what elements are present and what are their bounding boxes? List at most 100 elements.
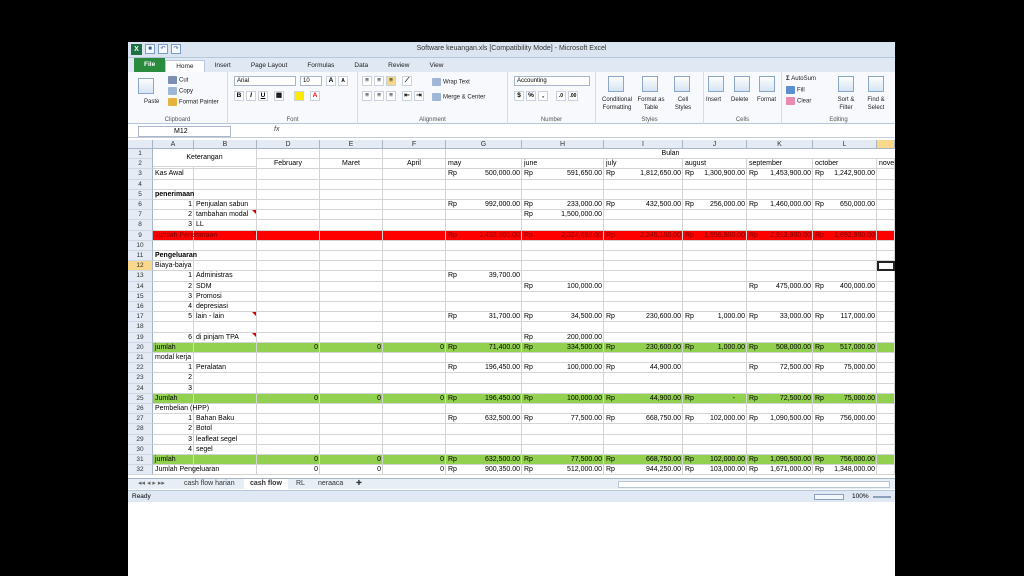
- cell-d18[interactable]: [257, 322, 320, 333]
- cell-d27[interactable]: [257, 414, 320, 425]
- row-header-17[interactable]: 17: [128, 312, 153, 323]
- cell-m3[interactable]: [877, 169, 895, 180]
- outdent-icon[interactable]: ⇥: [414, 91, 424, 101]
- cell-j11[interactable]: [683, 251, 747, 262]
- cell-d13[interactable]: [257, 271, 320, 282]
- cell-m24[interactable]: [877, 383, 895, 394]
- cell-i11[interactable]: [604, 251, 683, 262]
- cell-m9[interactable]: [877, 230, 895, 241]
- cell-h12[interactable]: [522, 261, 604, 272]
- column-header-m[interactable]: [877, 140, 895, 149]
- cell-e27[interactable]: [320, 414, 383, 425]
- cell-d26[interactable]: [257, 404, 320, 415]
- cell-g26[interactable]: [446, 404, 522, 415]
- tab-formulas[interactable]: Formulas: [297, 60, 344, 72]
- cell-g12[interactable]: [446, 261, 522, 272]
- row-header-2[interactable]: 2: [128, 159, 153, 170]
- cell-f17[interactable]: [383, 312, 446, 323]
- cell-f28[interactable]: [383, 424, 446, 435]
- copy-button[interactable]: Copy: [168, 87, 193, 96]
- tab-data[interactable]: Data: [344, 60, 378, 72]
- cell-d5[interactable]: [257, 189, 320, 200]
- cell-g21[interactable]: [446, 353, 522, 364]
- cell-k5[interactable]: [747, 189, 813, 200]
- tab-page-layout[interactable]: Page Layout: [241, 60, 298, 72]
- cell-k16[interactable]: [747, 302, 813, 313]
- cell-h11[interactable]: [522, 251, 604, 262]
- cell-h21[interactable]: [522, 353, 604, 364]
- cell-b18[interactable]: [194, 322, 257, 333]
- cell-i28[interactable]: [604, 424, 683, 435]
- row-header-3[interactable]: 3: [128, 169, 153, 180]
- cell-b24[interactable]: [194, 383, 257, 394]
- cell-m17[interactable]: [877, 312, 895, 323]
- cell-i14[interactable]: [604, 281, 683, 292]
- cell-j18[interactable]: [683, 322, 747, 333]
- cell-f27[interactable]: [383, 414, 446, 425]
- cell-b23[interactable]: [194, 373, 257, 384]
- cell-d30[interactable]: [257, 444, 320, 455]
- cell-l7[interactable]: [813, 210, 877, 221]
- cell-j15[interactable]: [683, 291, 747, 302]
- cell-g18[interactable]: [446, 322, 522, 333]
- sheet-tab-cash-flow-harian[interactable]: cash flow harian: [178, 479, 241, 489]
- row-header-9[interactable]: 9: [128, 230, 153, 241]
- font-size-select[interactable]: 10: [300, 76, 322, 86]
- cell-d21[interactable]: [257, 353, 320, 364]
- cell-h28[interactable]: [522, 424, 604, 435]
- cell-j10[interactable]: [683, 240, 747, 251]
- cell-l18[interactable]: [813, 322, 877, 333]
- cell-d3[interactable]: [257, 169, 320, 180]
- cell-d4[interactable]: [257, 179, 320, 190]
- cell-f14[interactable]: [383, 281, 446, 292]
- cell-l4[interactable]: [813, 179, 877, 190]
- cell-k15[interactable]: [747, 291, 813, 302]
- column-header-f[interactable]: F: [383, 140, 446, 149]
- spreadsheet-grid[interactable]: A B D E F G H I J K L 1 2 3 Kas Awal Rp 500,000.00 Rp 591,…: [128, 140, 895, 478]
- cell-m6[interactable]: [877, 200, 895, 211]
- row-header-11[interactable]: 11: [128, 251, 153, 262]
- cell-m16[interactable]: [877, 302, 895, 313]
- tab-insert[interactable]: Insert: [205, 60, 241, 72]
- cell-a4[interactable]: [153, 179, 194, 190]
- row-header-7[interactable]: 7: [128, 210, 153, 221]
- cell-e7[interactable]: [320, 210, 383, 221]
- cell-l26[interactable]: [813, 404, 877, 415]
- column-header-a[interactable]: A: [153, 140, 194, 149]
- cell-d28[interactable]: [257, 424, 320, 435]
- view-buttons[interactable]: [814, 494, 844, 500]
- shrink-font-button[interactable]: A: [338, 76, 348, 86]
- cell-e3[interactable]: [320, 169, 383, 180]
- cell-m27[interactable]: [877, 414, 895, 425]
- align-left-icon[interactable]: ≡: [362, 91, 372, 101]
- cell-k4[interactable]: [747, 179, 813, 190]
- sheet-nav-arrows-icon[interactable]: ◂◂ ◂ ▸ ▸▸: [132, 479, 171, 489]
- row-header-23[interactable]: 23: [128, 373, 153, 384]
- align-middle-icon[interactable]: ≡: [374, 76, 384, 86]
- row-header-15[interactable]: 15: [128, 291, 153, 302]
- cell-h16[interactable]: [522, 302, 604, 313]
- cell-m4[interactable]: [877, 179, 895, 190]
- paste-icon[interactable]: [138, 78, 154, 94]
- borders-icon[interactable]: ▦: [274, 91, 284, 101]
- cell-m19[interactable]: [877, 332, 895, 343]
- cell-f23[interactable]: [383, 373, 446, 384]
- decrease-decimal-icon[interactable]: .00: [568, 91, 578, 101]
- cell-e15[interactable]: [320, 291, 383, 302]
- comment-indicator-icon[interactable]: [252, 210, 256, 215]
- cell-l21[interactable]: [813, 353, 877, 364]
- cell-k11[interactable]: [747, 251, 813, 262]
- cell-m11[interactable]: [877, 251, 895, 262]
- cell-h5[interactable]: [522, 189, 604, 200]
- cell-j4[interactable]: [683, 179, 747, 190]
- cell-l24[interactable]: [813, 383, 877, 394]
- cell-m32[interactable]: [877, 465, 895, 476]
- row-header-13[interactable]: 13: [128, 271, 153, 282]
- cell-i10[interactable]: [604, 240, 683, 251]
- cell-e1[interactable]: [320, 149, 383, 160]
- cell-styles-icon[interactable]: [674, 76, 690, 92]
- tab-file[interactable]: File: [134, 58, 166, 72]
- column-header-i[interactable]: I: [604, 140, 683, 149]
- row-header-32[interactable]: 32: [128, 465, 153, 476]
- cell-e6[interactable]: [320, 200, 383, 211]
